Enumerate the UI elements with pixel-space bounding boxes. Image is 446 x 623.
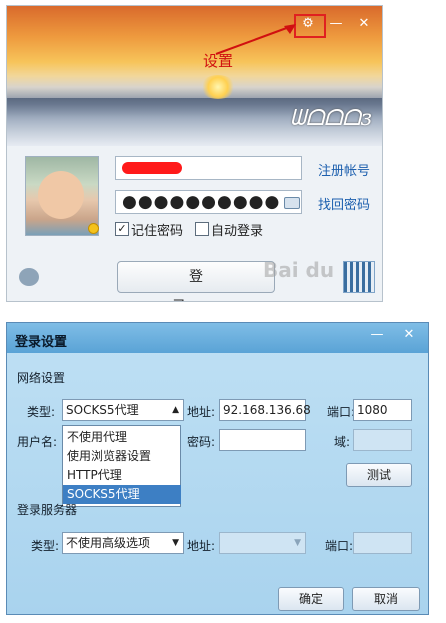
password-label: 密码: <box>187 435 216 449</box>
sun <box>200 75 236 99</box>
proxy-type-label: 类型: <box>27 405 56 419</box>
signature-logo: ᗯᗝᗝᗝɜ <box>290 106 372 131</box>
account-input[interactable]: ▼ <box>115 156 302 180</box>
proxy-type-select[interactable]: SOCKS5代理 ▲ <box>62 399 184 421</box>
online-status-icon[interactable] <box>88 223 99 234</box>
dialog-titlebar: 登录设置 — ✕ <box>7 323 428 353</box>
minimize-icon[interactable]: — <box>367 327 387 343</box>
login-settings-dialog: 登录设置 — ✕ 网络设置 类型: SOCKS5代理 ▲ 地址: 92.168.… <box>6 322 429 615</box>
close-icon[interactable]: ✕ <box>354 16 374 32</box>
avatar[interactable] <box>25 156 99 236</box>
chevron-down-icon: ▼ <box>294 538 301 548</box>
avatar-face <box>38 171 84 219</box>
server-type-select[interactable]: 不使用高级选项 ▼ <box>62 532 184 554</box>
minimize-icon[interactable]: — <box>326 16 346 32</box>
baidu-watermark: Bai du <box>263 258 335 282</box>
server-port-label: 端口: <box>325 539 354 553</box>
server-address-label: 地址: <box>187 539 216 553</box>
qr-code-icon[interactable] <box>343 261 375 293</box>
server-type-label: 类型: <box>31 539 60 553</box>
redacted-account <box>122 162 182 174</box>
domain-label: 域: <box>334 435 351 449</box>
password-input[interactable]: ●●●●●●●●●● <box>115 190 302 214</box>
recover-password-link[interactable]: 找回密码 <box>318 194 370 213</box>
proxy-port-input[interactable]: 1080 <box>353 399 412 421</box>
register-account-link[interactable]: 注册帐号 <box>318 160 370 179</box>
list-item-selected[interactable]: SOCKS5代理 <box>63 485 181 504</box>
proxy-type-value: SOCKS5代理 <box>66 403 139 417</box>
server-type-value: 不使用高级选项 <box>66 536 151 550</box>
chevron-down-icon: ▼ <box>172 538 179 548</box>
domain-input[interactable] <box>353 429 412 451</box>
username-label: 用户名: <box>17 435 58 449</box>
login-button[interactable]: 登 录 <box>117 261 275 301</box>
cancel-button[interactable]: 取消 <box>352 587 420 611</box>
server-address-select[interactable]: ▼ <box>219 532 306 554</box>
network-settings-heading: 网络设置 <box>17 371 66 385</box>
keyboard-icon[interactable] <box>284 197 300 209</box>
password-mask: ●●●●●●●●●● <box>122 192 281 212</box>
proxy-port-label: 端口: <box>327 405 356 419</box>
test-button[interactable]: 测试 <box>346 463 412 487</box>
dialog-title: 登录设置 <box>15 335 68 350</box>
settings-annotation: 设置 <box>203 52 234 70</box>
login-server-heading: 登录服务器 <box>17 503 78 517</box>
chevron-up-icon: ▲ <box>172 405 179 415</box>
list-item[interactable]: 不使用代理 <box>63 428 181 447</box>
proxy-password-input[interactable] <box>219 429 306 451</box>
multi-account-icon[interactable] <box>19 268 39 286</box>
remember-password-label[interactable]: 记住密码 <box>131 220 183 239</box>
remember-password-checkbox[interactable]: ✓ <box>115 222 129 236</box>
server-port-input[interactable] <box>353 532 412 554</box>
auto-login-label[interactable]: 自动登录 <box>211 220 263 239</box>
proxy-type-dropdown-list: 不使用代理 使用浏览器设置 HTTP代理 SOCKS5代理 <box>62 425 181 507</box>
qq-login-window: ᗯᗝᗝᗝɜ ⚙ — ✕ 设置 ▼ 注册帐号 ●●●●●●●●●● 找回密码 ✓ … <box>6 5 383 302</box>
list-item[interactable]: HTTP代理 <box>63 466 181 485</box>
list-item[interactable]: 使用浏览器设置 <box>63 447 181 466</box>
proxy-address-label: 地址: <box>187 405 216 419</box>
ok-button[interactable]: 确定 <box>278 587 344 611</box>
close-icon[interactable]: ✕ <box>399 327 419 343</box>
proxy-address-input[interactable]: 92.168.136.68 <box>219 399 311 421</box>
auto-login-checkbox[interactable] <box>195 222 209 236</box>
